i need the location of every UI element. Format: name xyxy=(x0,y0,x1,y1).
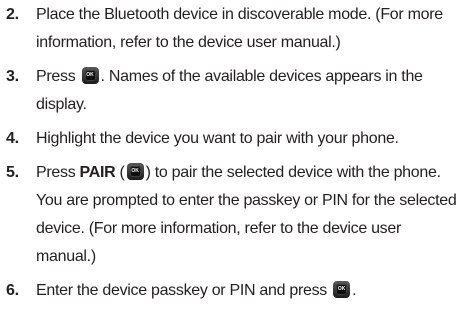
step-number: 3. xyxy=(6,68,19,85)
step-6: 6. Enter the device passkey or PIN and p… xyxy=(6,277,462,305)
step-number: 6. xyxy=(6,282,19,299)
step-text-part: Press xyxy=(36,68,80,85)
ok-key-icon: OK xyxy=(126,163,144,180)
ok-key-label: OK xyxy=(337,286,346,292)
step-text-part: . xyxy=(352,282,357,299)
step-4: 4. Highlight the device you want to pair… xyxy=(6,125,462,153)
step-text: Press PAIR (OK) to pair the selected dev… xyxy=(36,159,462,271)
step-3: 3. Press OK. Names of the available devi… xyxy=(6,63,462,119)
ok-key-label: OK xyxy=(131,168,139,174)
step-text-part: Enter the device passkey or PIN and pres… xyxy=(36,282,332,299)
step-text: Place the Bluetooth device in discoverab… xyxy=(36,6,443,51)
step-text-part: Press xyxy=(36,164,80,181)
step-number: 4. xyxy=(6,130,19,147)
step-list: 2. Place the Bluetooth device in discove… xyxy=(6,1,462,305)
pair-label: PAIR xyxy=(79,164,116,181)
ok-key-label: OK xyxy=(86,72,94,78)
step-text-part: ( xyxy=(115,164,125,181)
step-text: Highlight the device you want to pair wi… xyxy=(36,130,399,147)
ok-key-icon: OK xyxy=(333,281,351,298)
ok-key-icon: OK xyxy=(81,67,99,84)
step-number: 5. xyxy=(6,164,19,181)
step-number: 2. xyxy=(6,6,19,23)
step-5: 5. Press PAIR (OK) to pair the selected … xyxy=(6,159,462,271)
manual-page: 2. Place the Bluetooth device in discove… xyxy=(0,0,466,324)
step-2: 2. Place the Bluetooth device in discove… xyxy=(6,1,462,57)
step-text: Press OK. Names of the available devices… xyxy=(36,63,462,119)
step-text: Enter the device passkey or PIN and pres… xyxy=(36,277,462,305)
